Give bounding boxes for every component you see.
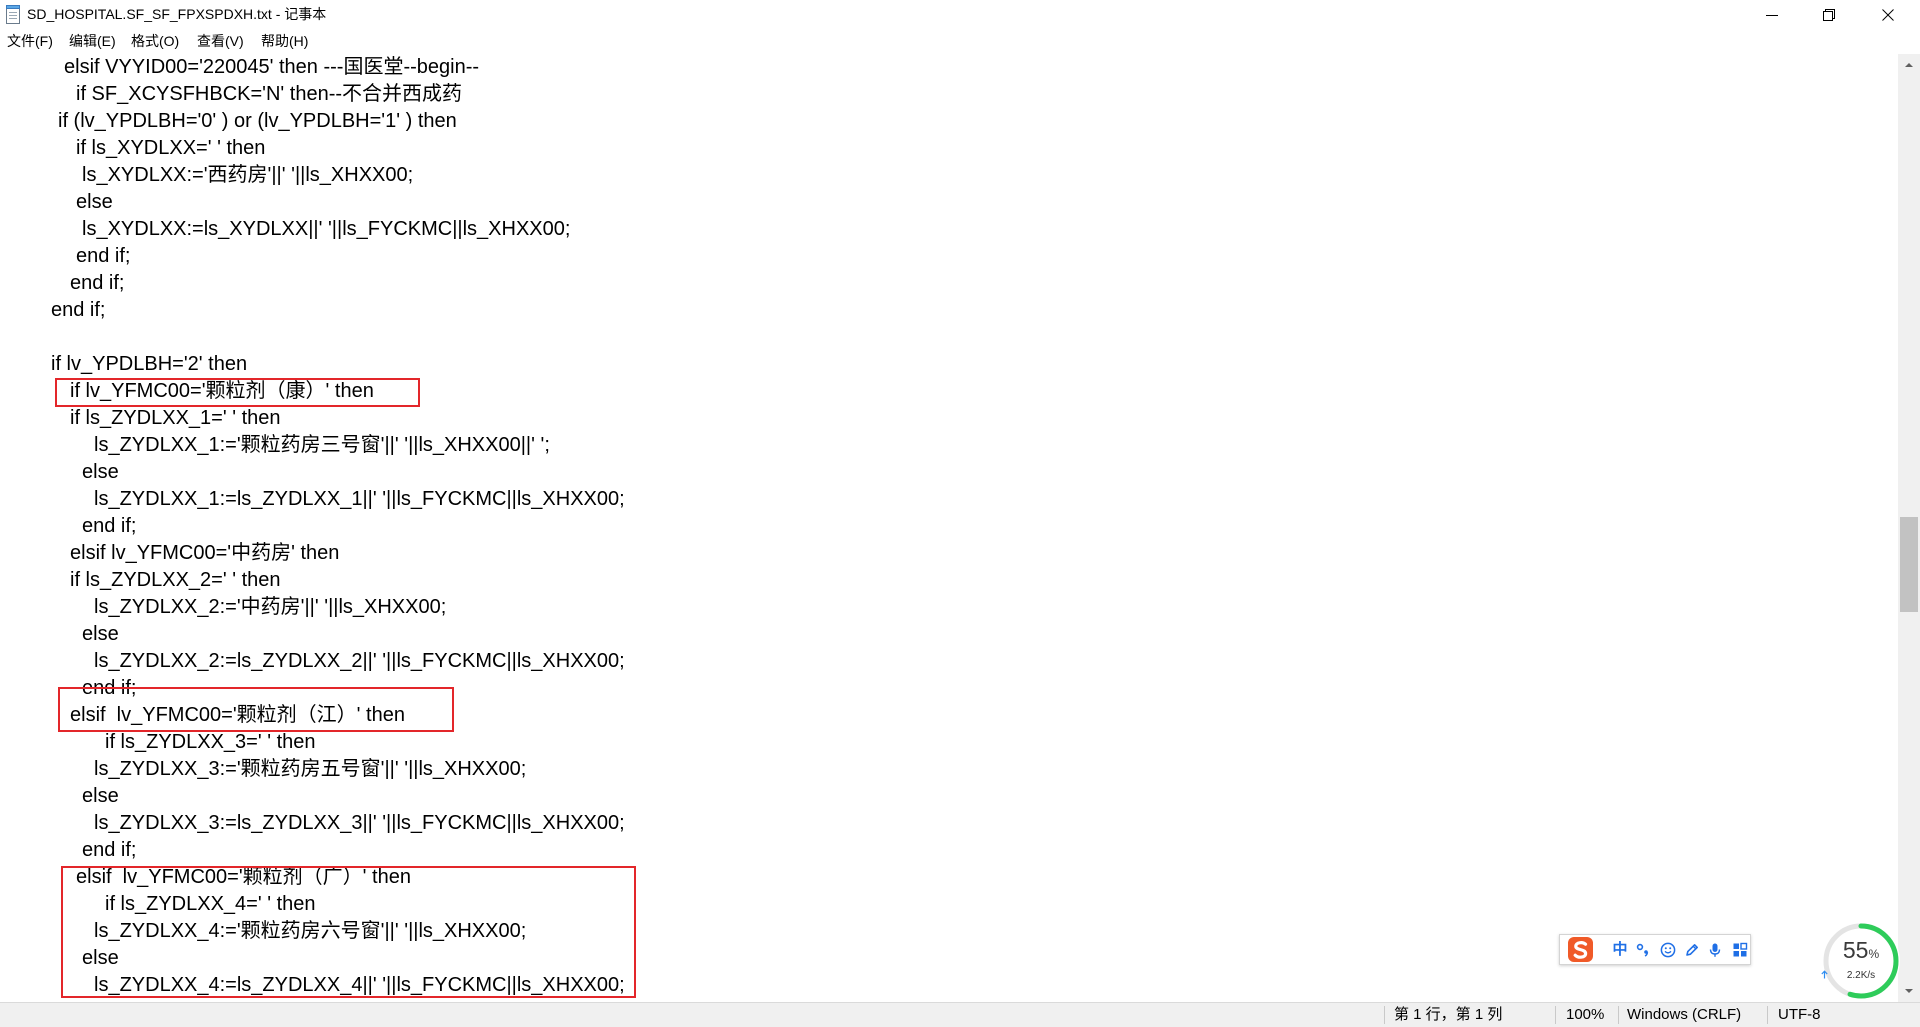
menu-bar: 文件(F) 编辑(E) 格式(O) 查看(V) 帮助(H)	[0, 29, 1920, 54]
restore-icon	[1822, 8, 1835, 21]
editor-line: if lv_YPDLBH='2' then	[51, 353, 248, 375]
editor-line: elsif lv_YFMC00='中药房' then	[70, 542, 340, 564]
usage-percent-value: 55	[1842, 937, 1869, 963]
zoom-level: 100%	[1566, 1006, 1605, 1023]
editor-line: end if;	[70, 272, 125, 294]
title-bar[interactable]: SD_HOSPITAL.SF_SF_FPXSPDXH.txt - 记事本	[0, 0, 1920, 29]
status-divider	[1767, 1006, 1768, 1024]
status-bar: 第 1 行，第 1 列 100% Windows (CRLF) UTF-8	[0, 1002, 1920, 1027]
status-divider	[1384, 1006, 1385, 1024]
scroll-thumb[interactable]	[1900, 517, 1918, 612]
upload-speed: 2.2K/s	[1821, 970, 1901, 982]
minimize-button[interactable]	[1743, 0, 1800, 29]
editor-line: ls_ZYDLXX_1:=ls_ZYDLXX_1||' '||ls_FYCKMC…	[94, 488, 625, 510]
emoji-icon[interactable]	[1660, 942, 1676, 958]
close-button[interactable]	[1859, 0, 1916, 29]
editor-line: end if;	[76, 245, 131, 267]
sogou-logo-icon[interactable]	[1567, 936, 1594, 963]
notepad-icon[interactable]	[5, 4, 21, 24]
minimize-icon	[1765, 14, 1778, 16]
editor-line: ls_XYDLXX:='西药房'||' '||ls_XHXX00;	[82, 164, 414, 186]
cursor-position: 第 1 行，第 1 列	[1394, 1006, 1503, 1023]
editor-line: elsif VYYID00='220045' then ---国医堂--begi…	[64, 56, 480, 78]
editor-line: end if;	[51, 299, 106, 321]
editor-line: elsif lv_YFMC00='颗粒剂（广）' then	[76, 866, 411, 888]
editor-line: if lv_YFMC00='颗粒剂（康）' then	[70, 380, 374, 402]
chevron-up-icon	[1905, 63, 1913, 67]
editor-line: if ls_ZYDLXX_2=' ' then	[70, 569, 281, 591]
editor-line: else	[82, 623, 119, 645]
editor-line: ls_ZYDLXX_2:='中药房'||' '||ls_XHXX00;	[94, 596, 447, 618]
close-icon	[1881, 8, 1894, 21]
chevron-down-icon	[1905, 989, 1913, 993]
menu-file[interactable]: 文件(F)	[2, 29, 58, 54]
chinese-punctuation-icon[interactable]	[1635, 942, 1651, 958]
upload-speed-value: 2.2K/s	[1846, 970, 1876, 981]
editor-line: end if;	[82, 515, 137, 537]
editor-line: ls_ZYDLXX_4:=ls_ZYDLXX_4||' '||ls_FYCKMC…	[94, 974, 625, 996]
editor-line: ls_ZYDLXX_3:=ls_ZYDLXX_3||' '||ls_FYCKMC…	[94, 812, 625, 834]
scroll-down-button[interactable]	[1898, 980, 1920, 1002]
menu-view[interactable]: 查看(V)	[192, 29, 249, 54]
editor-line: ls_XYDLXX:=ls_XYDLXX||' '||ls_FYCKMC||ls…	[82, 218, 571, 240]
ime-mode-toggle[interactable]: 中	[1612, 935, 1628, 964]
ime-toolbar[interactable]: 中	[1559, 934, 1751, 965]
editor-line: ls_ZYDLXX_2:=ls_ZYDLXX_2||' '||ls_FYCKMC…	[94, 650, 625, 672]
editor-line: if ls_ZYDLXX_3=' ' then	[105, 731, 316, 753]
skin-pen-icon[interactable]	[1684, 942, 1700, 958]
toolbox-icon[interactable]	[1732, 942, 1748, 958]
editor-line: if ls_XYDLXX=' ' then	[76, 137, 266, 159]
window-title: SD_HOSPITAL.SF_SF_FPXSPDXH.txt - 记事本	[27, 6, 327, 22]
usage-percent: 55%	[1821, 937, 1901, 967]
scroll-up-button[interactable]	[1898, 54, 1920, 76]
editor-line: if ls_ZYDLXX_1=' ' then	[70, 407, 281, 429]
editor-line: ls_ZYDLXX_1:='颗粒药房三号窗'||' '||ls_XHXX00||…	[94, 434, 550, 456]
editor-line: else	[76, 191, 113, 213]
editor-line: end if;	[82, 839, 137, 861]
status-divider	[1555, 1006, 1556, 1024]
line-ending: Windows (CRLF)	[1627, 1006, 1742, 1023]
editor-line: else	[82, 461, 119, 483]
editor-line: if ls_ZYDLXX_4=' ' then	[105, 893, 316, 915]
editor-line: elsif lv_YFMC00='颗粒剂（江）' then	[70, 704, 405, 726]
menu-format[interactable]: 格式(O)	[126, 29, 184, 54]
editor-line: if (lv_YPDLBH='0' ) or (lv_YPDLBH='1' ) …	[58, 110, 457, 132]
menu-edit[interactable]: 编辑(E)	[64, 29, 121, 54]
vertical-scrollbar[interactable]	[1898, 54, 1920, 1002]
encoding: UTF-8	[1778, 1006, 1821, 1023]
editor-line: if SF_XCYSFHBCK='N' then--不合并西成药	[76, 83, 463, 105]
usage-percent-unit: %	[1868, 947, 1880, 961]
menu-help[interactable]: 帮助(H)	[256, 29, 313, 54]
editor-line: end if;	[82, 677, 137, 699]
network-monitor-widget[interactable]: 55% 2.2K/s	[1821, 921, 1901, 1001]
editor-line: else	[82, 785, 119, 807]
microphone-icon[interactable]	[1707, 942, 1723, 958]
text-editor-area[interactable]: elsif VYYID00='220045' then ---国医堂--begi…	[0, 54, 1898, 1002]
restore-button[interactable]	[1800, 0, 1857, 29]
editor-line: ls_ZYDLXX_3:='颗粒药房五号窗'||' '||ls_XHXX00;	[94, 758, 527, 780]
status-divider	[1618, 1006, 1619, 1024]
upload-arrow-icon	[1821, 970, 1828, 979]
